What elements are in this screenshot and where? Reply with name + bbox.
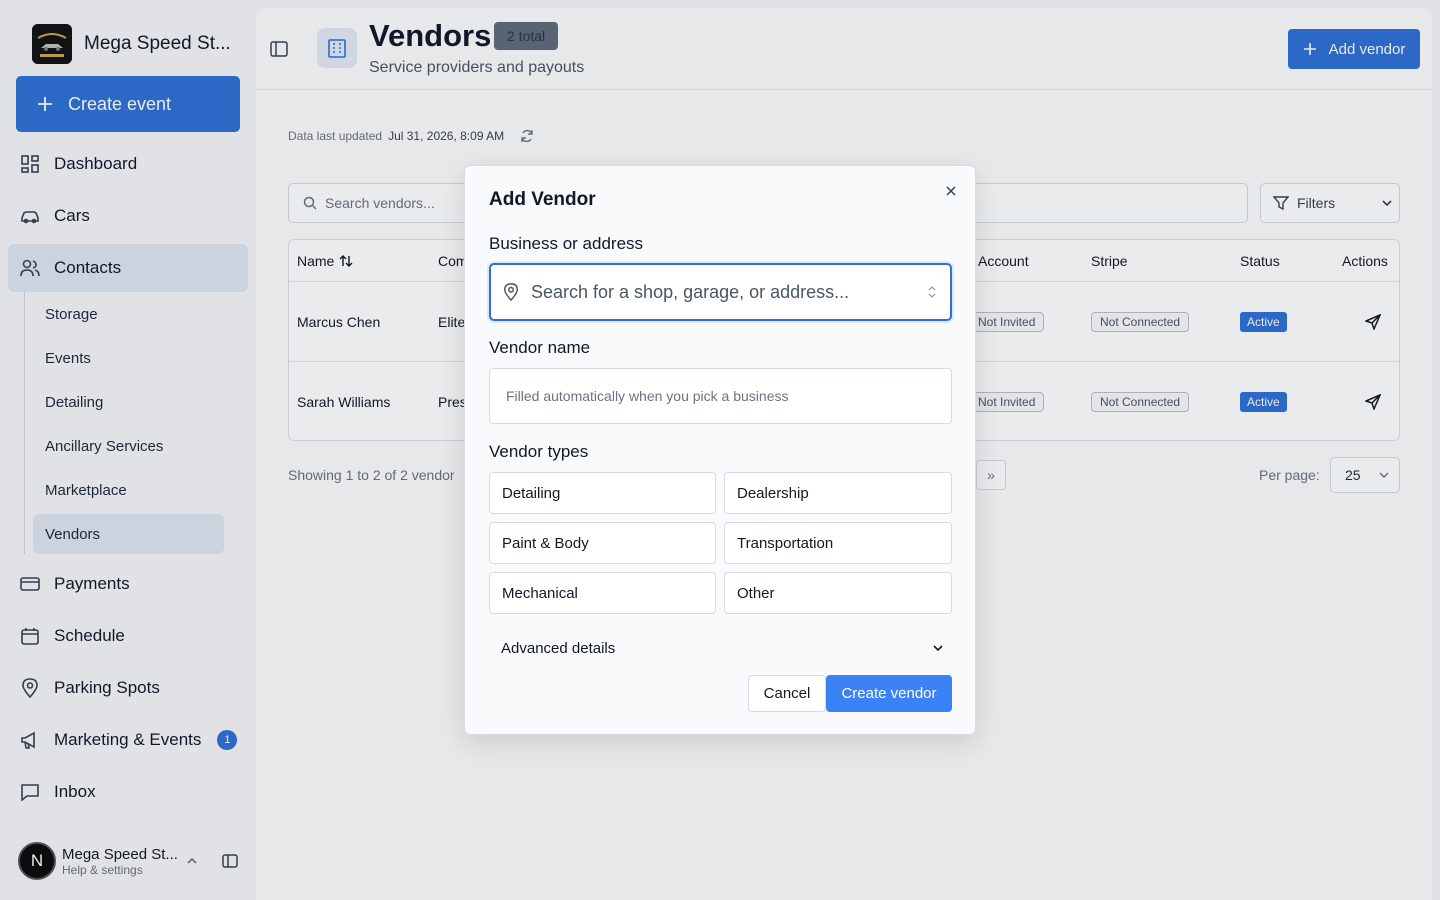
map-pin-icon [503, 283, 519, 301]
vendor-type-paint-body[interactable]: Paint & Body [489, 522, 716, 564]
add-vendor-dialog: Add Vendor Business or address Search fo… [464, 165, 976, 735]
vendor-name-field[interactable]: Filled automatically when you pick a bus… [489, 368, 952, 424]
vendor-type-transportation[interactable]: Transportation [724, 522, 952, 564]
address-label: Business or address [489, 234, 644, 253]
vendor-name-placeholder: Filled automatically when you pick a bus… [506, 388, 789, 404]
chevrons-up-down-icon [928, 286, 936, 298]
close-icon[interactable] [943, 183, 959, 199]
vendor-name-label: Vendor name [489, 338, 591, 357]
vendor-type-detailing[interactable]: Detailing [489, 472, 716, 514]
advanced-details-toggle[interactable]: Advanced details [489, 632, 952, 664]
vendor-type-mechanical[interactable]: Mechanical [489, 572, 716, 614]
dialog-title: Add Vendor [489, 189, 596, 210]
chevron-down-icon [933, 645, 943, 652]
address-placeholder: Search for a shop, garage, or address... [531, 281, 850, 302]
advanced-details-label: Advanced details [501, 639, 616, 657]
cancel-button[interactable]: Cancel [748, 675, 826, 712]
address-search-input[interactable]: Search for a shop, garage, or address... [489, 263, 952, 321]
vendor-type-other[interactable]: Other [724, 572, 952, 614]
vendor-type-dealership[interactable]: Dealership [724, 472, 952, 514]
vendor-types-label: Vendor types [489, 442, 589, 461]
create-vendor-button[interactable]: Create vendor [826, 675, 952, 712]
